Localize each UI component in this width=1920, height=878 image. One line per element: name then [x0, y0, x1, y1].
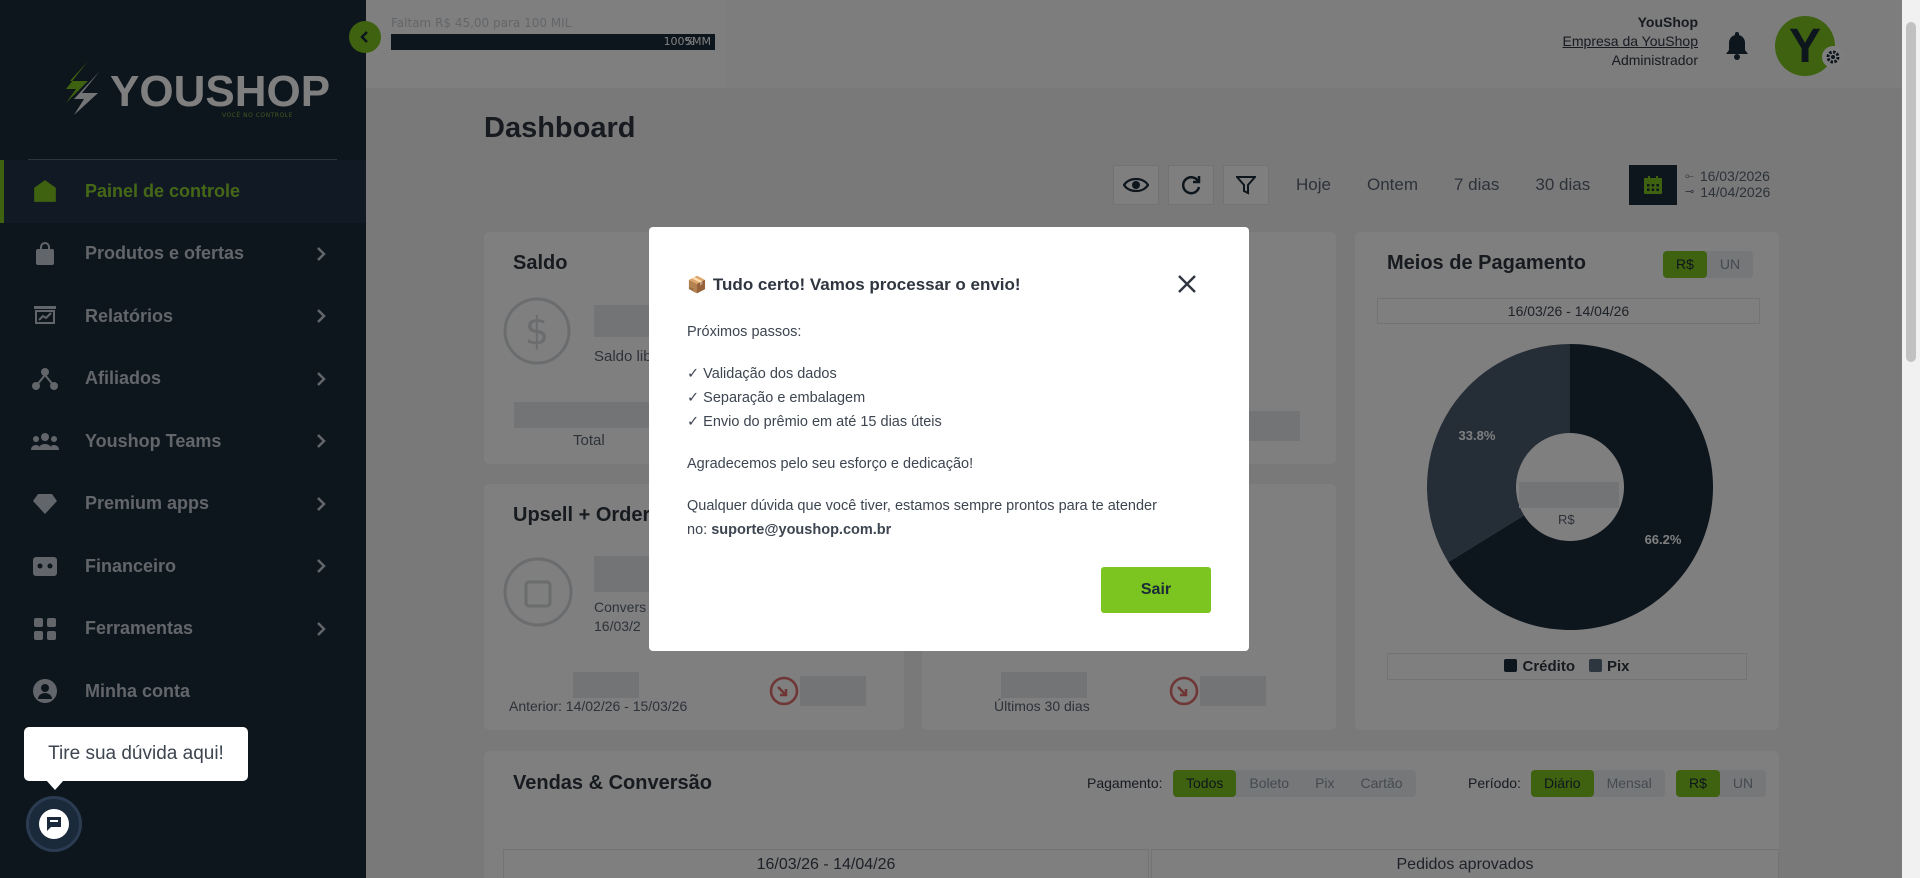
modal-thanks: Agradecemos pelo seu esforço e dedicação… — [687, 456, 974, 472]
chat-button[interactable] — [26, 796, 82, 852]
close-icon[interactable] — [1176, 273, 1198, 295]
shipping-confirmation-modal: 📦 Tudo certo! Vamos processar o envio! P… — [649, 227, 1249, 651]
modal-contact: Qualquer dúvida que você tiver, estamos … — [687, 498, 1157, 514]
help-bubble[interactable]: Tire sua dúvida aqui! — [24, 727, 248, 790]
package-icon: 📦 — [687, 277, 707, 294]
support-email[interactable]: suporte@youshop.com.br — [711, 522, 891, 538]
modal-contact-email-line: no: suporte@youshop.com.br — [687, 522, 892, 538]
modal-body: Próximos passos: ✓ Validação dos dados ✓… — [687, 320, 1227, 542]
scrollbar[interactable] — [1902, 0, 1920, 878]
modal-intro: Próximos passos: — [687, 324, 802, 340]
modal-step: ✓ Separação e embalagem — [687, 390, 866, 406]
modal-step: ✓ Validação dos dados — [687, 366, 837, 382]
sair-button[interactable]: Sair — [1101, 567, 1211, 613]
modal-step: ✓ Envio do prêmio em até 15 dias úteis — [687, 414, 942, 430]
modal-title: 📦 Tudo certo! Vamos processar o envio! — [687, 275, 1021, 294]
chat-icon — [39, 809, 69, 839]
scroll-thumb[interactable] — [1906, 22, 1916, 362]
